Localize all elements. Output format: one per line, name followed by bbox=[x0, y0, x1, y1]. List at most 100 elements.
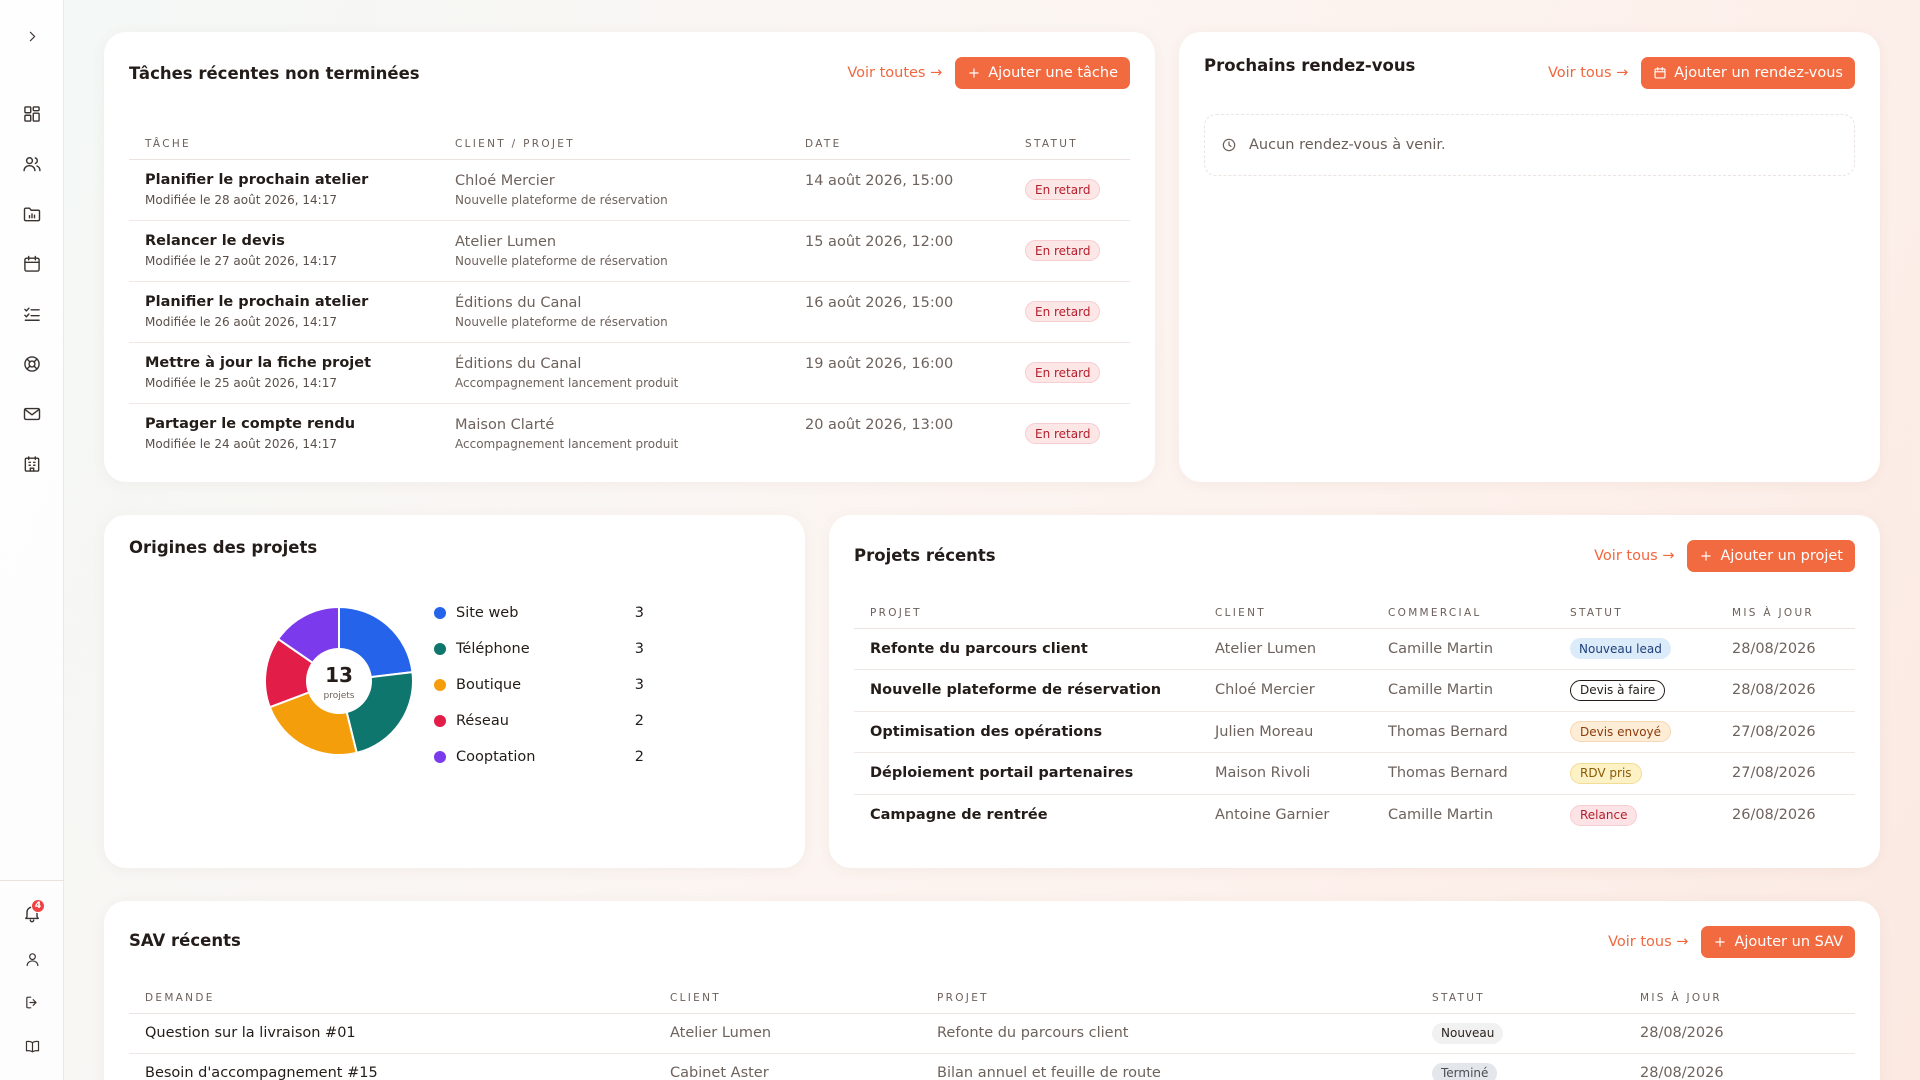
projects-view-all-link[interactable]: Voir tous → bbox=[1594, 548, 1674, 564]
project-row[interactable]: Campagne de rentrée Antoine Garnier Camill… bbox=[854, 794, 1855, 836]
project-name[interactable]: Optimisation des opérations bbox=[854, 711, 1199, 753]
appointments-empty-state: Aucun rendez-vous à venir. bbox=[1204, 114, 1855, 176]
project-updated: 28/08/2026 bbox=[1716, 628, 1855, 670]
client-project-cell: Maison Clarté Accompagnement lancement pr… bbox=[439, 403, 789, 464]
task-client: Chloé Mercier bbox=[455, 172, 555, 189]
sav-request[interactable]: Besoin d'accompagnement #15 bbox=[129, 1053, 654, 1080]
project-updated: 27/08/2026 bbox=[1716, 711, 1855, 753]
project-sales: Camille Martin bbox=[1372, 669, 1554, 712]
add-task-label: Ajouter une tâche bbox=[988, 65, 1118, 81]
project-status-cell: RDV pris bbox=[1554, 752, 1716, 795]
task-status-cell: En retard bbox=[1009, 403, 1130, 464]
sav-status-cell: Terminé bbox=[1416, 1053, 1624, 1080]
legend-count: 3 bbox=[634, 641, 644, 657]
add-sav-button[interactable]: Ajouter un SAV bbox=[1701, 926, 1855, 958]
nav-clients[interactable] bbox=[16, 148, 48, 180]
task-row[interactable]: Planifier le prochain atelier Modifiée le… bbox=[129, 159, 1130, 221]
legend-swatch bbox=[434, 679, 446, 691]
add-sav-label: Ajouter un SAV bbox=[1734, 934, 1843, 950]
task-client: Éditions du Canal bbox=[455, 355, 582, 372]
task-row[interactable]: Planifier le prochain atelier Modifiée le… bbox=[129, 281, 1130, 343]
task-cell: Mettre à jour la fiche projet Modifiée le… bbox=[129, 342, 439, 404]
project-name[interactable]: Campagne de rentrée bbox=[854, 794, 1199, 836]
task-project: Nouvelle plateforme de réservation bbox=[455, 314, 668, 329]
client-project-cell: Éditions du Canal Accompagnement lancemen… bbox=[439, 342, 789, 404]
nav-calendar[interactable] bbox=[16, 248, 48, 280]
projects-title: Projets récents bbox=[854, 546, 996, 565]
project-name[interactable]: Refonte du parcours client bbox=[854, 628, 1199, 670]
sav-row[interactable]: Besoin d'accompagnement #15 Cabinet Aster… bbox=[129, 1053, 1855, 1080]
task-status-cell: En retard bbox=[1009, 281, 1130, 343]
tasks-table: TÂCHE CLIENT / PROJET DATE STATUT Planif… bbox=[129, 129, 1130, 464]
task-client: Éditions du Canal bbox=[455, 294, 582, 311]
project-status-cell: Devis à faire bbox=[1554, 669, 1716, 712]
project-name[interactable]: Déploiement portail partenaires bbox=[854, 752, 1199, 795]
nav-projects[interactable] bbox=[16, 198, 48, 230]
nav-support[interactable] bbox=[16, 348, 48, 380]
column-header: DATE bbox=[789, 129, 1009, 160]
client-project-cell: Éditions du Canal Nouvelle plateforme de … bbox=[439, 281, 789, 343]
mail-icon bbox=[23, 407, 41, 421]
project-client: Antoine Garnier bbox=[1215, 807, 1330, 823]
dashboard-icon bbox=[24, 106, 40, 122]
folder-chart-icon bbox=[23, 207, 41, 222]
sav-request[interactable]: Question sur la livraison #01 bbox=[129, 1013, 654, 1054]
project-sales: Camille Martin bbox=[1388, 807, 1494, 823]
task-row[interactable]: Mettre à jour la fiche projet Modifiée le… bbox=[129, 342, 1130, 404]
project-updated: 27/08/2026 bbox=[1716, 752, 1855, 795]
legend-count: 3 bbox=[634, 605, 644, 621]
task-date: 19 août 2026, 16:00 bbox=[789, 342, 1009, 404]
task-name[interactable]: Mettre à jour la fiche projet bbox=[145, 355, 423, 371]
add-project-label: Ajouter un projet bbox=[1720, 548, 1843, 564]
task-name[interactable]: Relancer le devis bbox=[145, 233, 423, 249]
sidebar-toggle-button[interactable] bbox=[16, 20, 48, 52]
projects-header-row: PROJET CLIENT COMMERCIAL STATUT MIS À JO… bbox=[854, 598, 1855, 629]
logout-button[interactable] bbox=[16, 986, 48, 1018]
tasks-view-all-link[interactable]: Voir toutes → bbox=[847, 65, 942, 81]
add-project-button[interactable]: Ajouter un projet bbox=[1687, 540, 1855, 572]
task-modified: Modifiée le 25 août 2026, 14:17 bbox=[145, 376, 337, 390]
task-modified: Modifiée le 28 août 2026, 14:17 bbox=[145, 193, 337, 207]
calendar-plus-icon bbox=[1654, 67, 1666, 79]
column-header: STATUT bbox=[1554, 598, 1716, 629]
task-client: Maison Clarté bbox=[455, 416, 555, 433]
project-row[interactable]: Optimisation des opérations Julien Moreau… bbox=[854, 711, 1855, 753]
task-row[interactable]: Relancer le devis Modifiée le 27 août 202… bbox=[129, 220, 1130, 282]
project-status-cell: Devis envoyé bbox=[1554, 711, 1716, 753]
nav-mail[interactable] bbox=[16, 398, 48, 430]
project-row[interactable]: Nouvelle plateforme de réservation Chloé … bbox=[854, 669, 1855, 712]
sav-header-row: DEMANDE CLIENT PROJET STATUT MIS À JOUR bbox=[129, 983, 1855, 1014]
legend-swatch bbox=[434, 643, 446, 655]
sidebar: 4 bbox=[0, 0, 64, 1080]
project-row[interactable]: Déploiement portail partenaires Maison Ri… bbox=[854, 752, 1855, 795]
project-client: Atelier Lumen bbox=[1199, 628, 1372, 670]
project-status-cell: Relance bbox=[1554, 794, 1716, 836]
project-name[interactable]: Nouvelle plateforme de réservation bbox=[854, 669, 1199, 712]
column-header: CLIENT bbox=[1199, 598, 1372, 629]
task-name[interactable]: Partager le compte rendu bbox=[145, 416, 423, 432]
sav-row[interactable]: Question sur la livraison #01 Atelier Lum… bbox=[129, 1013, 1855, 1054]
task-name[interactable]: Planifier le prochain atelier bbox=[145, 172, 423, 188]
legend-count: 3 bbox=[634, 677, 644, 693]
tasks-card: Tâches récentes non terminées Voir toute… bbox=[104, 32, 1155, 482]
users-icon bbox=[23, 157, 41, 172]
add-appointment-button[interactable]: Ajouter un rendez-vous bbox=[1641, 57, 1855, 89]
nav-dashboard[interactable] bbox=[16, 98, 48, 130]
nav-tasks[interactable] bbox=[16, 298, 48, 330]
task-name[interactable]: Planifier le prochain atelier bbox=[145, 294, 423, 310]
task-row[interactable]: Partager le compte rendu Modifiée le 24 a… bbox=[129, 403, 1130, 464]
task-client: Atelier Lumen bbox=[455, 233, 557, 250]
appointments-view-all-link[interactable]: Voir tous → bbox=[1548, 65, 1628, 81]
add-task-button[interactable]: Ajouter une tâche bbox=[955, 57, 1130, 89]
clock-icon bbox=[1222, 138, 1236, 152]
project-row[interactable]: Refonte du parcours client Atelier Lumen C… bbox=[854, 628, 1855, 670]
notifications-button[interactable]: 4 bbox=[16, 897, 48, 929]
task-project: Nouvelle plateforme de réservation bbox=[455, 253, 668, 268]
sav-view-all-link[interactable]: Voir tous → bbox=[1608, 934, 1688, 950]
sav-client: Atelier Lumen bbox=[654, 1013, 921, 1054]
task-status-cell: En retard bbox=[1009, 220, 1130, 282]
profile-button[interactable] bbox=[16, 943, 48, 975]
nav-companies[interactable] bbox=[16, 448, 48, 480]
docs-button[interactable] bbox=[16, 1030, 48, 1062]
plus-icon bbox=[1701, 551, 1712, 561]
